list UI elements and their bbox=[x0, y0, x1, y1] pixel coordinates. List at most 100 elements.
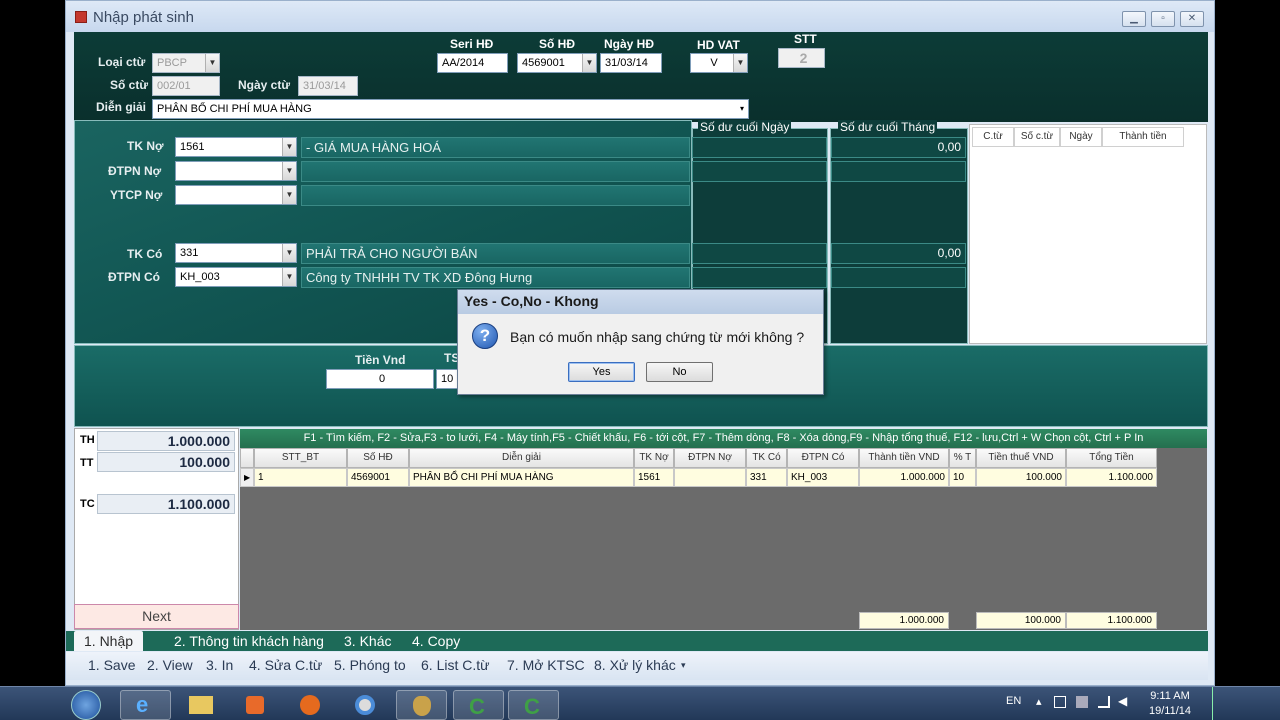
next-button[interactable]: Next bbox=[74, 604, 239, 629]
clock-date[interactable]: 19/11/14 bbox=[1148, 705, 1192, 717]
tk-co-select[interactable]: 331 ▼ bbox=[175, 243, 297, 263]
internet-explorer-icon[interactable]: e bbox=[120, 690, 171, 720]
column-header[interactable]: C.từ bbox=[972, 127, 1014, 147]
table-cell[interactable] bbox=[674, 468, 746, 487]
minimize-icon[interactable]: ▁ bbox=[1122, 11, 1146, 27]
column-header[interactable]: Số HĐ bbox=[347, 448, 409, 468]
network-icon[interactable] bbox=[1098, 696, 1110, 708]
list-documents-button[interactable]: 6. List C.từ bbox=[421, 657, 490, 673]
chevron-down-icon[interactable]: ▼ bbox=[733, 54, 747, 72]
stt-field: 2 bbox=[778, 48, 825, 68]
flag-icon[interactable] bbox=[1054, 696, 1066, 708]
table-cell[interactable]: 1561 bbox=[634, 468, 674, 487]
column-header[interactable]: Ngày bbox=[1060, 127, 1102, 147]
maximize-icon[interactable]: ▫ bbox=[1151, 11, 1175, 27]
chevron-down-icon[interactable]: ▼ bbox=[282, 244, 296, 262]
column-header[interactable]: % T bbox=[949, 448, 976, 468]
edit-document-button[interactable]: 4. Sửa C.từ bbox=[249, 657, 322, 673]
seri-hd-field[interactable]: AA/2014 bbox=[437, 53, 508, 73]
chevron-down-icon[interactable]: ▾ bbox=[740, 100, 744, 118]
document-list-grid[interactable]: C.từ Số c.từ Ngày Thành tiền bbox=[969, 124, 1207, 344]
entries-grid[interactable]: STT_BT Số HĐ Diễn giải TK Nợ ĐTPN Nợ TK … bbox=[240, 448, 1207, 630]
table-cell[interactable]: KH_003 bbox=[787, 468, 859, 487]
clock-time[interactable]: 9:11 AM bbox=[1148, 690, 1192, 702]
chevron-down-icon[interactable]: ▼ bbox=[582, 54, 596, 72]
tray-arrow-icon[interactable]: ▴ bbox=[1036, 695, 1042, 708]
column-header[interactable]: Số c.từ bbox=[1014, 127, 1060, 147]
other-actions-button[interactable]: 8. Xử lý khác bbox=[594, 657, 676, 673]
tab-khac[interactable]: 3. Khác bbox=[334, 631, 401, 651]
so-hd-label: Số HĐ bbox=[539, 37, 575, 51]
ngay-hd-field[interactable]: 31/03/14 bbox=[600, 53, 662, 73]
view-button[interactable]: 2. View bbox=[147, 657, 193, 673]
column-header[interactable]: Thành tiền VND bbox=[859, 448, 949, 468]
tab-thong-tin-khach-hang[interactable]: 2. Thông tin khách hàng bbox=[164, 631, 334, 651]
chevron-down-icon[interactable]: ▾ bbox=[681, 660, 686, 671]
ytcp-no-description bbox=[301, 185, 690, 206]
tab-copy[interactable]: 4. Copy bbox=[402, 631, 470, 651]
column-header[interactable]: TK Có bbox=[746, 448, 787, 468]
table-cell[interactable]: 331 bbox=[746, 468, 787, 487]
table-cell[interactable]: 4569001 bbox=[347, 468, 409, 487]
window-title: Nhập phát sinh bbox=[93, 9, 194, 26]
save-button[interactable]: 1. Save bbox=[88, 657, 135, 673]
column-header[interactable]: TK Nợ bbox=[634, 448, 674, 468]
print-button[interactable]: 3. In bbox=[206, 657, 233, 673]
money-bag-icon[interactable] bbox=[396, 690, 447, 720]
loai-ctu-select[interactable]: PBCP ▼ bbox=[152, 53, 220, 73]
table-cell[interactable]: 10 bbox=[949, 468, 976, 487]
open-ktsc-button[interactable]: 7. Mở KTSC bbox=[507, 657, 585, 673]
ytcp-no-select[interactable]: ▼ bbox=[175, 185, 297, 205]
column-header[interactable]: Tiền thuế VND bbox=[976, 448, 1066, 468]
column-header[interactable]: Thành tiền bbox=[1102, 127, 1184, 147]
language-indicator[interactable]: EN bbox=[1006, 695, 1021, 707]
no-button[interactable]: No bbox=[646, 362, 713, 382]
dtpn-no-description bbox=[301, 161, 690, 182]
chrome-icon[interactable] bbox=[340, 690, 391, 720]
chevron-down-icon[interactable]: ▼ bbox=[282, 138, 296, 156]
close-icon[interactable]: ✕ bbox=[1180, 11, 1204, 27]
chevron-down-icon[interactable]: ▼ bbox=[282, 162, 296, 180]
table-cell[interactable]: 1 bbox=[254, 468, 347, 487]
table-cell[interactable]: PHÂN BỔ CHI PHÍ MUA HÀNG bbox=[409, 468, 634, 487]
volume-icon[interactable]: ◀ bbox=[1118, 694, 1127, 708]
hd-vat-select[interactable]: V ▼ bbox=[690, 53, 748, 73]
yes-button[interactable]: Yes bbox=[568, 362, 635, 382]
firefox-icon[interactable] bbox=[285, 690, 336, 720]
row-pointer-icon[interactable]: ▶ bbox=[240, 468, 254, 487]
camtasia-icon[interactable]: C bbox=[453, 690, 504, 720]
hd-vat-value: V bbox=[710, 57, 718, 69]
column-header[interactable]: Diễn giải bbox=[409, 448, 634, 468]
usb-icon[interactable] bbox=[1076, 696, 1088, 708]
table-cell[interactable]: 1.100.000 bbox=[1066, 468, 1157, 487]
camtasia-recorder-icon[interactable]: C bbox=[508, 690, 559, 720]
zoom-button[interactable]: 5. Phóng to bbox=[334, 657, 406, 673]
media-player-icon[interactable] bbox=[230, 690, 281, 720]
column-header[interactable]: STT_BT bbox=[254, 448, 347, 468]
ngay-ctu-field[interactable]: 31/03/14 bbox=[298, 76, 358, 96]
chevron-down-icon[interactable]: ▼ bbox=[282, 186, 296, 204]
tk-co-description: PHẢI TRẢ CHO NGƯỜI BÁN bbox=[301, 243, 690, 264]
table-cell[interactable]: 1.000.000 bbox=[859, 468, 949, 487]
table-cell[interactable]: 100.000 bbox=[976, 468, 1066, 487]
column-header[interactable]: ĐTPN Có bbox=[787, 448, 859, 468]
chevron-down-icon[interactable]: ▼ bbox=[282, 268, 296, 286]
column-header[interactable]: Tổng Tiền bbox=[1066, 448, 1157, 468]
column-header[interactable]: ĐTPN Nợ bbox=[674, 448, 746, 468]
so-hd-select[interactable]: 4569001 ▼ bbox=[517, 53, 597, 73]
chevron-down-icon[interactable]: ▼ bbox=[205, 54, 219, 72]
dialog-message: Bạn có muốn nhập sang chứng từ mới không… bbox=[510, 329, 805, 345]
dtpn-co-day-balance bbox=[692, 267, 827, 288]
dtpn-co-select[interactable]: KH_003 ▼ bbox=[175, 267, 297, 287]
show-desktop-button[interactable] bbox=[1212, 687, 1226, 720]
folder-icon[interactable] bbox=[175, 690, 226, 720]
tk-no-select[interactable]: 1561 ▼ bbox=[175, 137, 297, 157]
tien-vnd-field[interactable]: 0 bbox=[326, 369, 434, 389]
start-icon[interactable] bbox=[71, 690, 101, 720]
footer-tong-tien: 1.100.000 bbox=[1066, 612, 1157, 629]
dtpn-no-select[interactable]: ▼ bbox=[175, 161, 297, 181]
dien-giai-select[interactable]: PHÂN BỔ CHI PHÍ MUA HÀNG ▾ bbox=[152, 99, 749, 119]
tab-nhap[interactable]: 1. Nhập bbox=[74, 631, 144, 651]
so-ctu-field[interactable]: 002/01 bbox=[152, 76, 220, 96]
dtpn-no-month-balance bbox=[831, 161, 966, 182]
